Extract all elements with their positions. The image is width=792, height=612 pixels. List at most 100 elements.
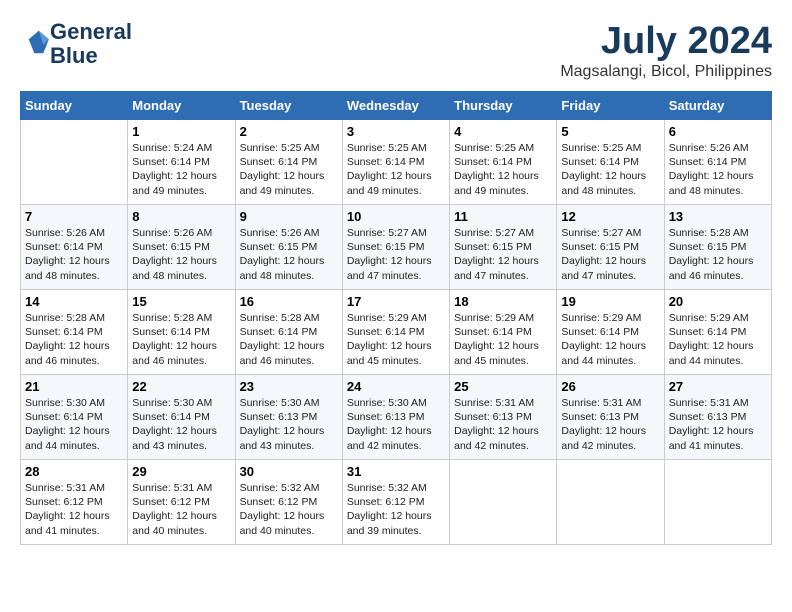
- weekday-header-friday: Friday: [557, 92, 664, 120]
- day-number: 12: [561, 209, 659, 224]
- calendar-cell: 3 Sunrise: 5:25 AMSunset: 6:14 PMDaylight…: [342, 120, 449, 205]
- weekday-header-thursday: Thursday: [450, 92, 557, 120]
- day-info: Sunrise: 5:26 AMSunset: 6:14 PMDaylight:…: [25, 226, 123, 283]
- logo-icon: [22, 28, 50, 56]
- calendar-cell: 24Sunrise: 5:30 AMSunset: 6:13 PMDayligh…: [342, 375, 449, 460]
- day-info: Sunrise: 5:31 AMSunset: 6:13 PMDaylight:…: [561, 396, 659, 453]
- day-info: Sunrise: 5:27 AMSunset: 6:15 PMDaylight:…: [454, 226, 552, 283]
- calendar-cell: 4Sunrise: 5:25 AMSunset: 6:14 PMDaylight…: [450, 120, 557, 205]
- day-info: Sunrise: 5:28 AMSunset: 6:14 PMDaylight:…: [240, 311, 338, 368]
- day-info: Sunrise: 5:28 AMSunset: 6:14 PMDaylight:…: [132, 311, 230, 368]
- day-number: 25: [454, 379, 552, 394]
- day-info: Sunrise: 5:25 AMSunset: 6:14 PMDaylight:…: [347, 141, 445, 198]
- day-number: 15: [132, 294, 230, 309]
- day-number: 28: [25, 464, 123, 479]
- day-info: Sunrise: 5:31 AMSunset: 6:12 PMDaylight:…: [132, 481, 230, 538]
- calendar-cell: 1 Sunrise: 5:24 AMSunset: 6:14 PMDaylight…: [128, 120, 235, 205]
- day-info: Sunrise: 5:26 AMSunset: 6:14 PMDaylight:…: [669, 141, 767, 198]
- calendar-cell: 19Sunrise: 5:29 AMSunset: 6:14 PMDayligh…: [557, 290, 664, 375]
- day-info: Sunrise: 5:27 AMSunset: 6:15 PMDaylight:…: [347, 226, 445, 283]
- calendar-week-2: 7 Sunrise: 5:26 AMSunset: 6:14 PMDaylight…: [21, 205, 772, 290]
- day-info: Sunrise: 5:31 AMSunset: 6:13 PMDaylight:…: [669, 396, 767, 453]
- calendar-cell: 10 Sunrise: 5:27 AMSunset: 6:15 PMDayligh…: [342, 205, 449, 290]
- day-number: 5: [561, 124, 659, 139]
- day-info: Sunrise: 5:26 AMSunset: 6:15 PMDaylight:…: [240, 226, 338, 283]
- weekday-header-monday: Monday: [128, 92, 235, 120]
- day-number: 23: [240, 379, 338, 394]
- day-number: 10: [347, 209, 445, 224]
- calendar-cell: 31 Sunrise: 5:32 AMSunset: 6:12 PMDayligh…: [342, 460, 449, 545]
- calendar-body: 1 Sunrise: 5:24 AMSunset: 6:14 PMDaylight…: [21, 120, 772, 545]
- calendar-cell: [21, 120, 128, 205]
- weekday-header-wednesday: Wednesday: [342, 92, 449, 120]
- day-info: Sunrise: 5:30 AMSunset: 6:13 PMDaylight:…: [240, 396, 338, 453]
- logo-text: General Blue: [50, 20, 132, 68]
- day-number: 6: [669, 124, 767, 139]
- day-number: 2: [240, 124, 338, 139]
- day-number: 1: [132, 124, 230, 139]
- weekday-header-tuesday: Tuesday: [235, 92, 342, 120]
- day-info: Sunrise: 5:27 AMSunset: 6:15 PMDaylight:…: [561, 226, 659, 283]
- month-year: July 2024: [560, 20, 772, 63]
- day-info: Sunrise: 5:29 AMSunset: 6:14 PMDaylight:…: [347, 311, 445, 368]
- day-number: 26: [561, 379, 659, 394]
- day-number: 7: [25, 209, 123, 224]
- day-info: Sunrise: 5:25 AMSunset: 6:14 PMDaylight:…: [240, 141, 338, 198]
- day-info: Sunrise: 5:28 AMSunset: 6:15 PMDaylight:…: [669, 226, 767, 283]
- calendar-cell: 15 Sunrise: 5:28 AMSunset: 6:14 PMDayligh…: [128, 290, 235, 375]
- calendar-cell: 27 Sunrise: 5:31 AMSunset: 6:13 PMDayligh…: [664, 375, 771, 460]
- day-number: 13: [669, 209, 767, 224]
- day-info: Sunrise: 5:28 AMSunset: 6:14 PMDaylight:…: [25, 311, 123, 368]
- calendar-cell: 12 Sunrise: 5:27 AMSunset: 6:15 PMDayligh…: [557, 205, 664, 290]
- calendar-cell: 28Sunrise: 5:31 AMSunset: 6:12 PMDayligh…: [21, 460, 128, 545]
- day-info: Sunrise: 5:25 AMSunset: 6:14 PMDaylight:…: [561, 141, 659, 198]
- weekday-header-sunday: Sunday: [21, 92, 128, 120]
- calendar-cell: 21Sunrise: 5:30 AMSunset: 6:14 PMDayligh…: [21, 375, 128, 460]
- calendar-cell: 14 Sunrise: 5:28 AMSunset: 6:14 PMDayligh…: [21, 290, 128, 375]
- calendar-cell: 26 Sunrise: 5:31 AMSunset: 6:13 PMDayligh…: [557, 375, 664, 460]
- calendar-cell: 11 Sunrise: 5:27 AMSunset: 6:15 PMDayligh…: [450, 205, 557, 290]
- day-number: 9: [240, 209, 338, 224]
- day-number: 11: [454, 209, 552, 224]
- calendar-cell: 22Sunrise: 5:30 AMSunset: 6:14 PMDayligh…: [128, 375, 235, 460]
- day-number: 16: [240, 294, 338, 309]
- calendar-cell: [664, 460, 771, 545]
- calendar-header: SundayMondayTuesdayWednesdayThursdayFrid…: [21, 92, 772, 120]
- day-number: 17: [347, 294, 445, 309]
- weekday-header-saturday: Saturday: [664, 92, 771, 120]
- day-number: 24: [347, 379, 445, 394]
- day-number: 29: [132, 464, 230, 479]
- day-number: 18: [454, 294, 552, 309]
- day-number: 3: [347, 124, 445, 139]
- title-block: July 2024 Magsalangi, Bicol, Philippines: [560, 20, 772, 81]
- day-number: 31: [347, 464, 445, 479]
- day-number: 8: [132, 209, 230, 224]
- day-number: 14: [25, 294, 123, 309]
- calendar-table: SundayMondayTuesdayWednesdayThursdayFrid…: [20, 91, 772, 545]
- day-number: 20: [669, 294, 767, 309]
- day-number: 30: [240, 464, 338, 479]
- page-header: General Blue July 2024 Magsalangi, Bicol…: [20, 20, 772, 81]
- logo: General Blue: [20, 20, 132, 68]
- weekday-row: SundayMondayTuesdayWednesdayThursdayFrid…: [21, 92, 772, 120]
- calendar-cell: 16 Sunrise: 5:28 AMSunset: 6:14 PMDayligh…: [235, 290, 342, 375]
- calendar-cell: 9 Sunrise: 5:26 AMSunset: 6:15 PMDaylight…: [235, 205, 342, 290]
- logo-line1: General: [50, 19, 132, 44]
- calendar-cell: 17 Sunrise: 5:29 AMSunset: 6:14 PMDayligh…: [342, 290, 449, 375]
- calendar-week-3: 14 Sunrise: 5:28 AMSunset: 6:14 PMDayligh…: [21, 290, 772, 375]
- calendar-cell: 8Sunrise: 5:26 AMSunset: 6:15 PMDaylight…: [128, 205, 235, 290]
- day-number: 27: [669, 379, 767, 394]
- day-number: 21: [25, 379, 123, 394]
- day-info: Sunrise: 5:29 AMSunset: 6:14 PMDaylight:…: [454, 311, 552, 368]
- day-info: Sunrise: 5:32 AMSunset: 6:12 PMDaylight:…: [347, 481, 445, 538]
- calendar-cell: [557, 460, 664, 545]
- calendar-cell: [450, 460, 557, 545]
- calendar-cell: 2 Sunrise: 5:25 AMSunset: 6:14 PMDaylight…: [235, 120, 342, 205]
- day-info: Sunrise: 5:31 AMSunset: 6:13 PMDaylight:…: [454, 396, 552, 453]
- day-info: Sunrise: 5:32 AMSunset: 6:12 PMDaylight:…: [240, 481, 338, 538]
- calendar-cell: 25 Sunrise: 5:31 AMSunset: 6:13 PMDayligh…: [450, 375, 557, 460]
- day-info: Sunrise: 5:25 AMSunset: 6:14 PMDaylight:…: [454, 141, 552, 198]
- day-info: Sunrise: 5:30 AMSunset: 6:14 PMDaylight:…: [132, 396, 230, 453]
- day-info: Sunrise: 5:24 AMSunset: 6:14 PMDaylight:…: [132, 141, 230, 198]
- calendar-cell: 23 Sunrise: 5:30 AMSunset: 6:13 PMDayligh…: [235, 375, 342, 460]
